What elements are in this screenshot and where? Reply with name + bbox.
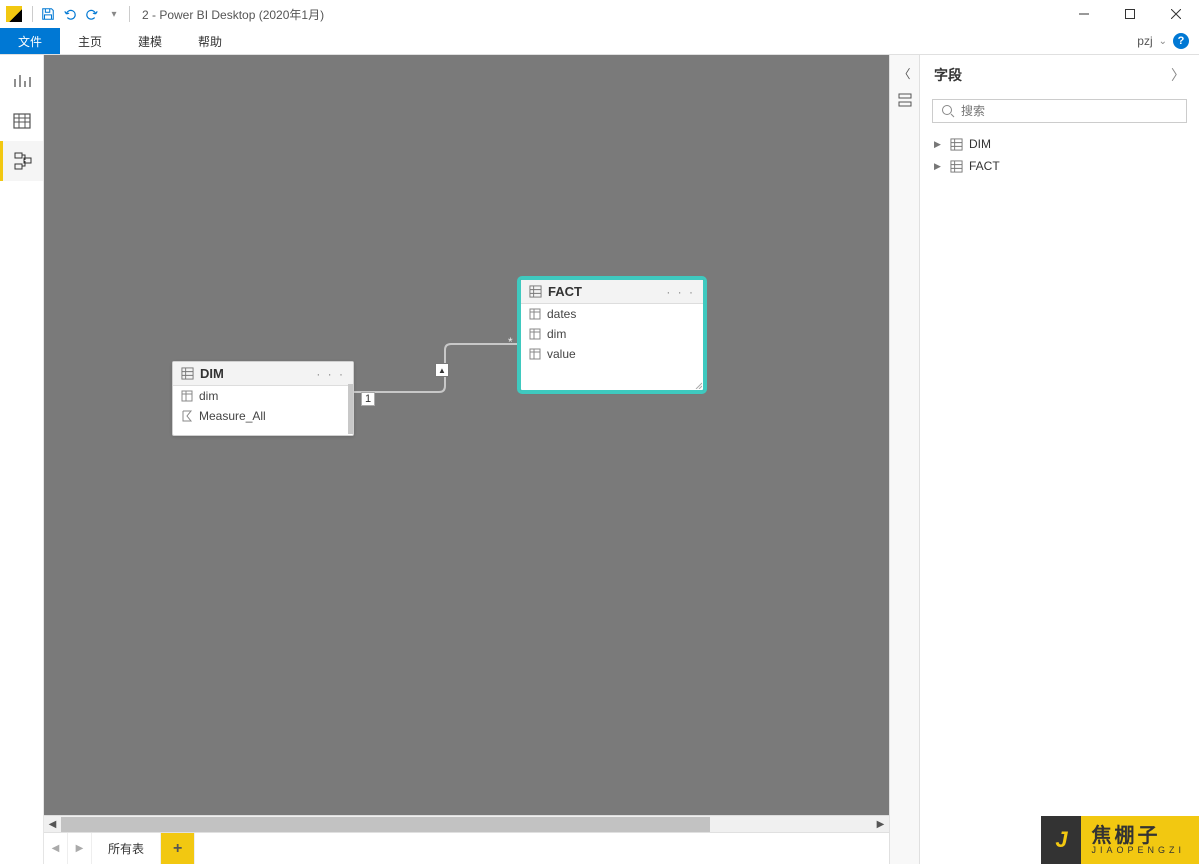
separator [32, 6, 33, 22]
app-icon [6, 6, 22, 22]
save-icon [41, 7, 55, 21]
properties-panel-collapsed: 〈 [889, 55, 919, 864]
add-diagram-button[interactable]: + [161, 833, 195, 864]
table-name: FACT [548, 284, 660, 299]
field-row[interactable]: dim [521, 324, 703, 344]
caret-icon: ▶ [934, 161, 944, 172]
field-name: Measure_All [199, 409, 266, 423]
table-tree-label: DIM [969, 137, 991, 151]
table-tree-item-dim[interactable]: ▶ DIM [930, 133, 1189, 155]
maximize-button[interactable] [1107, 0, 1153, 28]
watermark-logo: J [1041, 816, 1081, 864]
cardinality-one-label: 1 [361, 392, 375, 406]
table-card-dim[interactable]: DIM · · · dim Measure_All [172, 361, 354, 436]
table-icon [529, 285, 542, 298]
caret-icon: ▶ [934, 139, 944, 150]
table-header[interactable]: FACT · · · [521, 280, 703, 304]
tab-next-button[interactable]: ▶ [68, 833, 92, 864]
close-icon [1171, 9, 1181, 19]
field-name: dim [547, 327, 566, 341]
table-icon [181, 367, 194, 380]
resize-handle[interactable] [692, 379, 702, 389]
horizontal-scrollbar[interactable]: ◀ ▶ [44, 815, 889, 832]
user-chevron-down-icon[interactable]: ⌄ [1159, 36, 1167, 47]
scroll-left-button[interactable]: ◀ [44, 816, 61, 833]
field-icon [529, 308, 541, 320]
close-button[interactable] [1153, 0, 1199, 28]
diagram-tabs: ◀ ▶ 所有表 + [44, 832, 889, 864]
table-tree-item-fact[interactable]: ▶ FACT [930, 155, 1189, 177]
watermark-en: JIAOPENGZI [1091, 846, 1185, 855]
minimize-button[interactable] [1061, 0, 1107, 28]
collapse-panel-button[interactable]: 〉 [1171, 65, 1185, 85]
table-icon [950, 160, 963, 173]
data-view-button[interactable] [0, 101, 43, 141]
table-menu-button[interactable]: · · · [316, 367, 345, 381]
expand-panel-button[interactable]: 〈 [898, 65, 910, 82]
search-icon [941, 104, 955, 118]
scroll-right-button[interactable]: ▶ [872, 816, 889, 833]
table-tree-label: FACT [969, 159, 1000, 173]
user-label[interactable]: pzj [1137, 34, 1152, 48]
cardinality-many-label: * [508, 335, 513, 349]
diagram-tab-all[interactable]: 所有表 [92, 833, 161, 864]
field-name: value [547, 347, 576, 361]
undo-button[interactable] [59, 3, 81, 25]
model-canvas[interactable]: 1 ▲ * DIM · · · dim Measure_All [44, 55, 889, 815]
ribbon-tab-home[interactable]: 主页 [60, 28, 120, 54]
scrollbar-thumb[interactable] [348, 384, 353, 434]
properties-icon [897, 92, 913, 108]
field-name: dates [547, 307, 576, 321]
direction-arrow-icon: ▲ [435, 363, 449, 377]
view-switcher [0, 55, 44, 864]
data-view-icon [13, 112, 31, 130]
maximize-icon [1125, 9, 1135, 19]
report-view-button[interactable] [0, 61, 43, 101]
table-menu-button[interactable]: · · · [666, 285, 695, 299]
field-icon [181, 390, 193, 402]
tab-prev-button[interactable]: ◀ [44, 833, 68, 864]
report-view-icon [13, 72, 31, 90]
canvas-area: 1 ▲ * DIM · · · dim Measure_All [44, 55, 889, 864]
save-button[interactable] [37, 3, 59, 25]
field-icon [529, 348, 541, 360]
field-row[interactable]: Measure_All [173, 406, 353, 426]
ribbon-tab-file[interactable]: 文件 [0, 28, 60, 54]
scroll-thumb[interactable] [61, 817, 710, 832]
redo-button[interactable] [81, 3, 103, 25]
table-name: DIM [200, 366, 310, 381]
field-row[interactable]: dates [521, 304, 703, 324]
ribbon: 文件 主页 建模 帮助 pzj ⌄ ? [0, 28, 1199, 55]
watermark: J 焦棚子 JIAOPENGZI [1041, 816, 1199, 864]
undo-icon [63, 7, 77, 21]
field-row[interactable]: dim [173, 386, 353, 406]
ribbon-tab-modeling[interactable]: 建模 [120, 28, 180, 54]
window-title: 2 - Power BI Desktop (2020年1月) [142, 6, 324, 23]
field-row[interactable]: value [521, 344, 703, 364]
table-header[interactable]: DIM · · · [173, 362, 353, 386]
title-bar: ▾ 2 - Power BI Desktop (2020年1月) [0, 0, 1199, 28]
field-name: dim [199, 389, 218, 403]
help-icon[interactable]: ? [1173, 33, 1189, 49]
redo-icon [85, 7, 99, 21]
fields-panel-title: 字段 [934, 65, 1171, 85]
table-card-fact[interactable]: FACT · · · dates dim value [520, 279, 704, 391]
scroll-track[interactable] [61, 816, 872, 833]
watermark-cn: 焦棚子 [1091, 826, 1185, 846]
model-view-button[interactable] [0, 141, 43, 181]
table-icon [950, 138, 963, 151]
qat-customize-button[interactable]: ▾ [103, 3, 125, 25]
minimize-icon [1079, 9, 1089, 19]
fields-panel: 字段 〉 ▶ DIM ▶ FACT [919, 55, 1199, 864]
fields-search-box[interactable] [932, 99, 1187, 123]
ribbon-tab-help[interactable]: 帮助 [180, 28, 240, 54]
separator [129, 6, 130, 22]
search-input[interactable] [961, 104, 1178, 118]
field-icon [529, 328, 541, 340]
model-view-icon [14, 152, 32, 170]
measure-icon [181, 410, 193, 422]
